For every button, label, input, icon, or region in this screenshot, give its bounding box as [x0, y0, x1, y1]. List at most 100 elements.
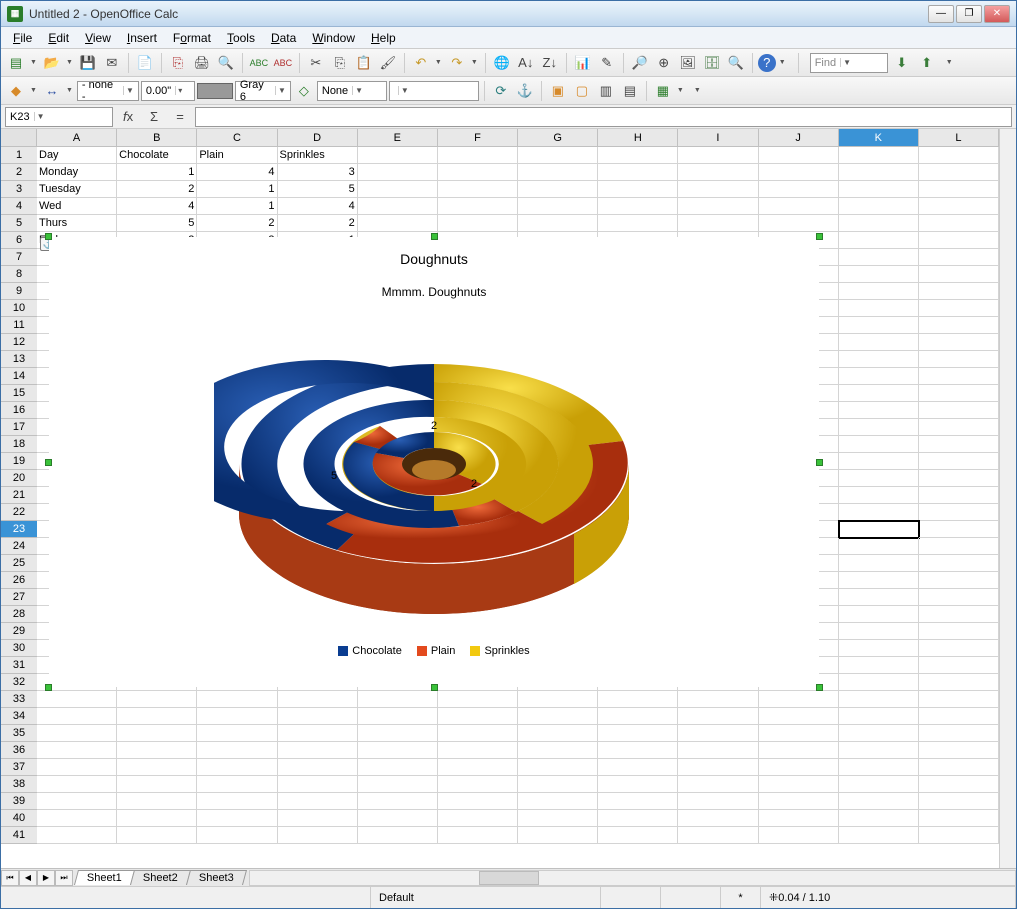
line-width-combo[interactable]: 0.00"▾	[141, 81, 195, 101]
column-header[interactable]: I	[678, 129, 758, 146]
cell[interactable]	[919, 164, 999, 181]
color-name-combo[interactable]: Gray 6▼	[235, 81, 291, 101]
cell[interactable]	[598, 708, 678, 725]
cell[interactable]	[678, 215, 758, 232]
cell[interactable]: Monday	[37, 164, 117, 181]
cell[interactable]	[438, 793, 518, 810]
sheet-tab[interactable]: Sheet1	[74, 870, 135, 885]
cell[interactable]	[839, 487, 919, 504]
cell[interactable]	[919, 504, 999, 521]
cell[interactable]	[678, 742, 758, 759]
cell[interactable]	[919, 283, 999, 300]
cell[interactable]	[919, 334, 999, 351]
cell[interactable]	[678, 164, 758, 181]
cell[interactable]	[598, 742, 678, 759]
cell[interactable]	[358, 147, 438, 164]
cell[interactable]	[839, 181, 919, 198]
row-header[interactable]: 33	[1, 691, 37, 708]
sort-desc-button[interactable]: Z↓	[539, 52, 561, 74]
cell[interactable]	[37, 776, 117, 793]
vertical-scrollbar[interactable]	[999, 129, 1016, 868]
cell[interactable]	[839, 742, 919, 759]
row-header[interactable]: 29	[1, 623, 37, 640]
row-header[interactable]: 30	[1, 640, 37, 657]
sheet-tab[interactable]: Sheet2	[130, 870, 191, 885]
row-header[interactable]: 14	[1, 368, 37, 385]
cell[interactable]	[37, 810, 117, 827]
cell[interactable]	[919, 266, 999, 283]
cell[interactable]	[919, 402, 999, 419]
cell[interactable]: 2	[197, 215, 277, 232]
hyperlink-button[interactable]: 🌐	[491, 52, 513, 74]
cell[interactable]	[598, 691, 678, 708]
status-insert-mode[interactable]	[601, 887, 661, 908]
function-wizard-button[interactable]: fx	[117, 106, 139, 128]
cell[interactable]	[438, 827, 518, 844]
cell[interactable]	[518, 793, 598, 810]
cell[interactable]	[839, 555, 919, 572]
cell[interactable]	[117, 691, 197, 708]
cell[interactable]	[598, 810, 678, 827]
row-header[interactable]: 18	[1, 436, 37, 453]
cell[interactable]: Chocolate	[117, 147, 197, 164]
dropdown-arrow-icon[interactable]: ▼	[469, 59, 480, 66]
selection-handle[interactable]	[45, 459, 52, 466]
find-replace-button[interactable]: 🔎	[629, 52, 651, 74]
tab-prev-button[interactable]: ◀	[19, 870, 37, 886]
row-header[interactable]: 2	[1, 164, 37, 181]
cell[interactable]	[839, 810, 919, 827]
cell[interactable]	[919, 521, 999, 538]
cell[interactable]	[358, 776, 438, 793]
cell[interactable]	[358, 793, 438, 810]
cell[interactable]	[919, 657, 999, 674]
cell[interactable]	[438, 181, 518, 198]
cell[interactable]	[278, 776, 358, 793]
cell[interactable]	[919, 368, 999, 385]
row-header[interactable]: 17	[1, 419, 37, 436]
cell[interactable]	[919, 181, 999, 198]
cell[interactable]	[278, 691, 358, 708]
cell[interactable]	[37, 708, 117, 725]
cell[interactable]	[759, 164, 839, 181]
cell[interactable]	[518, 742, 598, 759]
cell[interactable]	[197, 708, 277, 725]
cell[interactable]	[839, 504, 919, 521]
cell[interactable]	[839, 572, 919, 589]
cell[interactable]	[598, 827, 678, 844]
cell[interactable]	[438, 725, 518, 742]
bring-front-button[interactable]: ▣	[547, 80, 569, 102]
cell[interactable]	[117, 810, 197, 827]
row-header[interactable]: 11	[1, 317, 37, 334]
cell[interactable]	[278, 759, 358, 776]
cell[interactable]	[117, 793, 197, 810]
cell[interactable]	[197, 759, 277, 776]
cell[interactable]	[839, 606, 919, 623]
cell[interactable]	[839, 368, 919, 385]
column-header[interactable]: E	[358, 129, 438, 146]
cell[interactable]	[919, 793, 999, 810]
row-header[interactable]: 15	[1, 385, 37, 402]
cell[interactable]	[678, 181, 758, 198]
redo-button[interactable]: ↷	[446, 52, 468, 74]
row-header[interactable]: 8	[1, 266, 37, 283]
column-header[interactable]: C	[197, 129, 277, 146]
column-header[interactable]: L	[919, 129, 999, 146]
menu-view[interactable]: View	[77, 29, 119, 47]
cell[interactable]	[438, 164, 518, 181]
undo-button[interactable]: ↶	[410, 52, 432, 74]
row-header[interactable]: 16	[1, 402, 37, 419]
cell[interactable]	[759, 759, 839, 776]
export-pdf-button[interactable]: ⎘	[167, 52, 189, 74]
insert-chart-button[interactable]: 📊	[572, 52, 594, 74]
cell[interactable]	[678, 147, 758, 164]
cell[interactable]	[919, 249, 999, 266]
column-header[interactable]: H	[598, 129, 678, 146]
cell[interactable]	[518, 164, 598, 181]
navigator-button[interactable]: ⊕	[653, 52, 675, 74]
cell[interactable]	[678, 793, 758, 810]
cell[interactable]	[839, 759, 919, 776]
cell[interactable]	[678, 725, 758, 742]
cell[interactable]	[358, 725, 438, 742]
autospell-button[interactable]: ABC	[272, 52, 294, 74]
cell[interactable]	[839, 776, 919, 793]
